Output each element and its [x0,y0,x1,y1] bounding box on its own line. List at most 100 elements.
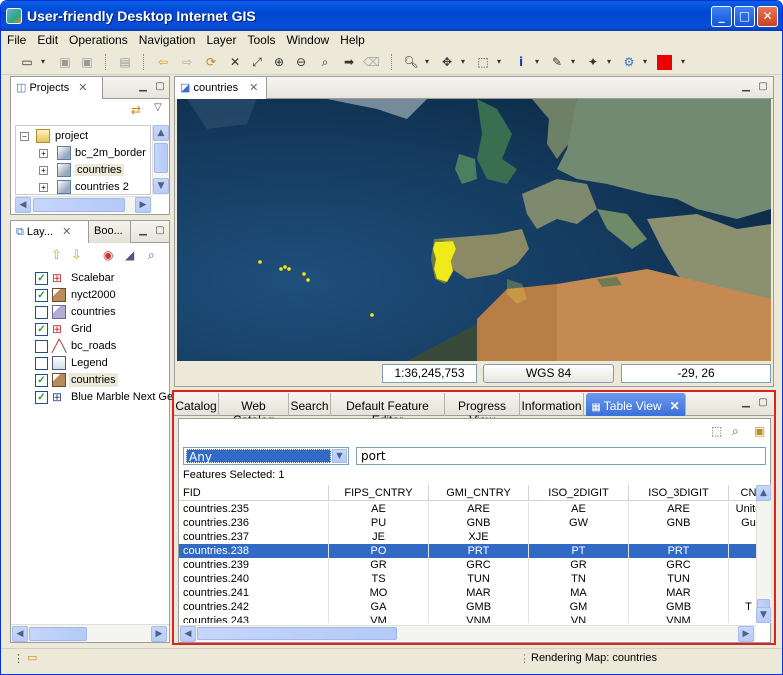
new-window-icon[interactable]: ▭ [27,651,37,664]
move-up-icon[interactable]: ⇧ [51,248,62,263]
table-row[interactable]: countries.240 TS TUN TN TUN [179,572,757,586]
new-icon[interactable]: ▭ [19,54,35,70]
layer-item-legend[interactable]: Legend [11,355,169,372]
style-icon[interactable]: ◉ [103,248,113,262]
tab-projects[interactable]: ◫ Projects ✕ [11,77,103,99]
eraser-icon[interactable]: ⌫ [363,54,380,70]
stop-icon[interactable]: ✕ [227,54,243,70]
maximize-icon[interactable]: ▢ [154,225,166,237]
map-canvas[interactable] [177,99,771,361]
layers-hscrollbar[interactable]: ◀ ▶ [11,624,169,642]
zoom-selection-icon[interactable]: ⌕ [732,424,739,439]
scroll-left-icon[interactable]: ◀ [15,197,31,213]
table-row[interactable]: countries.236 PU GNB GW GNB Gu [179,516,757,530]
layer-checkbox[interactable]: ✓ [35,289,48,302]
layer-checkbox[interactable]: ✓ [35,272,48,285]
table-row[interactable]: countries.241 MO MAR MA MAR [179,586,757,600]
drag-handle-icon[interactable]: ⋮ [13,652,24,665]
close-icon[interactable]: ✕ [62,226,71,238]
menu-file[interactable]: File [1,31,31,47]
select-dropdown-icon[interactable]: ▾ [491,54,507,70]
tab-map-countries[interactable]: ◪ countries ✕ [175,77,267,99]
chevron-down-icon[interactable]: ▼ [332,449,347,463]
menu-operations[interactable]: Operations [63,31,133,47]
info-dropdown-icon[interactable]: ▾ [529,54,545,70]
layer-checkbox[interactable] [35,357,48,370]
next-icon[interactable]: ➡ [341,54,357,70]
view-menu-icon[interactable]: ▽ [154,102,162,113]
save-icon[interactable]: ▣ [57,54,73,70]
layer-checkbox[interactable]: ✓ [35,323,48,336]
layer-item-blue-marble[interactable]: ✓ ⊞ Blue Marble Next Ge [11,389,173,406]
tree-item-project[interactable]: − project [16,128,150,145]
scroll-thumb[interactable] [154,143,168,173]
info-icon[interactable]: i [513,54,529,70]
crs-button[interactable]: WGS 84 [483,364,614,383]
new-dropdown-icon[interactable]: ▾ [35,54,51,70]
layer-checkbox[interactable]: ✓ [35,391,48,404]
table-row[interactable]: countries.235AEAREAEAREUnite [179,502,757,516]
column-header-gmi[interactable]: GMI_CNTRY [429,485,529,501]
expand-icon[interactable]: + [39,149,48,158]
column-header-cntry[interactable]: CN [729,485,757,501]
back-icon[interactable]: ⇦ [155,54,171,70]
tab-feature-editor[interactable]: Default Feature Editor [331,393,445,427]
search-layer-icon[interactable]: ⌕ [148,248,155,263]
minimize-icon[interactable]: ▁ [740,81,752,93]
layer-item-nyct2000[interactable]: ✓ nyct2000 [11,287,169,304]
tab-information[interactable]: Information [520,393,584,416]
scroll-left-icon[interactable]: ◀ [180,626,196,642]
close-icon[interactable]: ✕ [249,82,258,94]
layer-checkbox[interactable] [35,340,48,353]
tab-bookmarks[interactable]: Boo... [89,221,131,243]
menu-navigation[interactable]: Navigation [133,31,201,47]
minimize-button[interactable]: _ [711,6,732,27]
save-all-icon[interactable]: ▣ [79,54,95,70]
pan-dropdown-icon[interactable]: ▾ [455,54,471,70]
minimize-icon[interactable]: ▁ [137,225,149,237]
pan-icon[interactable]: ✥ [439,54,455,70]
scale-field[interactable]: 1:36,245,753 [382,364,477,383]
color-icon[interactable] [657,55,672,70]
column-header-fid[interactable]: FID [179,485,329,501]
attribute-filter-select[interactable]: Any ▼ [183,447,349,465]
minimize-icon[interactable]: ▁ [740,397,752,409]
edit-icon[interactable]: ✎ [549,54,565,70]
projects-hscrollbar[interactable]: ◀ ▶ [15,196,152,213]
zoom-tool-dropdown-icon[interactable]: ▾ [419,54,435,70]
expand-icon[interactable]: + [39,183,48,192]
collapse-icon[interactable]: − [20,132,29,141]
tree-item-map[interactable]: + bc_2m_border [16,145,150,162]
layer-item-countries[interactable]: countries [11,304,169,321]
table-row[interactable]: countries.242 GA GMB GM GMB T [179,600,757,614]
table-hscrollbar[interactable]: ◀ ▶ [179,625,756,642]
zoom-selection-icon[interactable]: ⌕ [317,54,333,70]
print-icon[interactable]: ▤ [117,54,133,70]
edit-dropdown-icon[interactable]: ▾ [565,54,581,70]
layer-checkbox[interactable]: ✓ [35,374,48,387]
tree-item-map[interactable]: + countries [16,162,150,179]
menu-window[interactable]: Window [280,31,334,47]
select-all-icon[interactable]: ⬚ [711,424,722,438]
scroll-up-icon[interactable]: ▲ [756,485,771,501]
add-feature-icon[interactable]: ✦ [585,54,601,70]
maximize-icon[interactable]: ▢ [757,81,769,93]
symbol-icon[interactable]: ◢ [125,248,134,262]
move-down-icon[interactable]: ⇩ [71,248,82,263]
forward-icon[interactable]: ⇨ [179,54,195,70]
zoom-in-icon[interactable]: ⊕ [271,54,287,70]
scroll-thumb[interactable] [33,198,125,212]
zoom-out-icon[interactable]: ⊖ [293,54,309,70]
zoom-tool-icon[interactable]: 🔍︎ [403,54,419,70]
layer-checkbox[interactable] [35,306,48,319]
table-row[interactable]: countries.237 JE XJE [179,530,757,544]
tab-layers[interactable]: ⧉ Lay... ✕ [11,221,89,243]
add-feature-dropdown-icon[interactable]: ▾ [601,54,617,70]
scroll-down-icon[interactable]: ▼ [153,178,169,194]
scroll-right-icon[interactable]: ▶ [738,626,754,642]
menu-help[interactable]: Help [334,31,370,47]
search-input[interactable]: port [356,447,766,465]
scroll-thumb[interactable] [29,627,87,641]
tab-catalog[interactable]: Catalog [174,393,219,416]
tree-item-map[interactable]: + countries 2 [16,179,150,196]
